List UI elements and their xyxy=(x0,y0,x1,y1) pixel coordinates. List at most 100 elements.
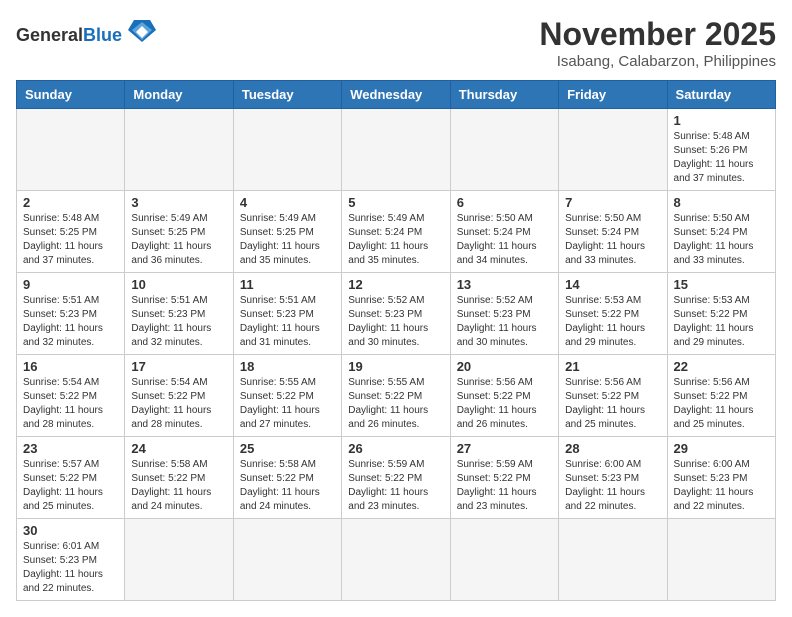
cell-info: Sunrise: 5:59 AMSunset: 5:22 PMDaylight:… xyxy=(457,458,552,514)
calendar-cell: 19Sunrise: 5:55 AMSunset: 5:22 PMDayligh… xyxy=(342,355,450,437)
day-number: 30 xyxy=(23,523,118,538)
calendar-cell: 16Sunrise: 5:54 AMSunset: 5:22 PMDayligh… xyxy=(17,355,125,437)
cell-info: Sunrise: 5:58 AMSunset: 5:22 PMDaylight:… xyxy=(240,458,335,514)
cell-info: Sunrise: 5:56 AMSunset: 5:22 PMDaylight:… xyxy=(457,376,552,432)
cell-info: Sunrise: 5:56 AMSunset: 5:22 PMDaylight:… xyxy=(565,376,660,432)
cell-info: Sunrise: 5:50 AMSunset: 5:24 PMDaylight:… xyxy=(457,212,552,268)
calendar-cell xyxy=(559,109,667,191)
calendar-cell xyxy=(233,109,341,191)
logo-blue-text: Blue xyxy=(83,26,122,44)
cell-info: Sunrise: 5:49 AMSunset: 5:25 PMDaylight:… xyxy=(240,212,335,268)
calendar-cell: 7Sunrise: 5:50 AMSunset: 5:24 PMDaylight… xyxy=(559,191,667,273)
calendar-cell xyxy=(450,109,558,191)
calendar-cell: 13Sunrise: 5:52 AMSunset: 5:23 PMDayligh… xyxy=(450,273,558,355)
calendar-cell xyxy=(125,109,233,191)
calendar-cell: 12Sunrise: 5:52 AMSunset: 5:23 PMDayligh… xyxy=(342,273,450,355)
cell-info: Sunrise: 5:50 AMSunset: 5:24 PMDaylight:… xyxy=(674,212,769,268)
calendar-cell: 27 Sunrise: 5:59 AMSunset: 5:22 PMDayligh… xyxy=(450,437,558,519)
weekday-header-wednesday: Wednesday xyxy=(342,81,450,109)
calendar-cell xyxy=(233,519,341,601)
day-number: 1 xyxy=(674,113,769,128)
weekday-header-sunday: Sunday xyxy=(17,81,125,109)
calendar-cell: 20Sunrise: 5:56 AMSunset: 5:22 PMDayligh… xyxy=(450,355,558,437)
calendar-cell xyxy=(125,519,233,601)
cell-info: Sunrise: 5:53 AMSunset: 5:22 PMDaylight:… xyxy=(674,294,769,350)
logo-area: General Blue xyxy=(16,16,158,44)
cell-info: Sunrise: 5:58 AMSunset: 5:22 PMDaylight:… xyxy=(131,458,226,514)
calendar-cell: 25 Sunrise: 5:58 AMSunset: 5:22 PMDayligh… xyxy=(233,437,341,519)
day-number: 28 xyxy=(565,441,660,456)
day-number: 25 xyxy=(240,441,335,456)
cell-info: Sunrise: 5:57 AMSunset: 5:22 PMDaylight:… xyxy=(23,458,118,514)
cell-info: Sunrise: 5:48 AMSunset: 5:25 PMDaylight:… xyxy=(23,212,118,268)
day-number: 29 xyxy=(674,441,769,456)
calendar-cell xyxy=(667,519,775,601)
day-number: 12 xyxy=(348,277,443,292)
day-number: 13 xyxy=(457,277,552,292)
cell-info: Sunrise: 5:51 AMSunset: 5:23 PMDaylight:… xyxy=(131,294,226,350)
cell-info: Sunrise: 5:54 AMSunset: 5:22 PMDaylight:… xyxy=(23,376,118,432)
day-number: 14 xyxy=(565,277,660,292)
calendar-cell: 2 Sunrise: 5:48 AMSunset: 5:25 PMDaylight… xyxy=(17,191,125,273)
calendar-week-row: 23 Sunrise: 5:57 AMSunset: 5:22 PMDayligh… xyxy=(17,437,776,519)
calendar-cell: 8 Sunrise: 5:50 AMSunset: 5:24 PMDaylight… xyxy=(667,191,775,273)
day-number: 4 xyxy=(240,195,335,210)
day-number: 8 xyxy=(674,195,769,210)
calendar-week-row: 1Sunrise: 5:48 AMSunset: 5:26 PMDaylight… xyxy=(17,109,776,191)
day-number: 22 xyxy=(674,359,769,374)
day-number: 24 xyxy=(131,441,226,456)
calendar-week-row: 9Sunrise: 5:51 AMSunset: 5:23 PMDaylight… xyxy=(17,273,776,355)
title-area: November 2025 Isabang, Calabarzon, Phili… xyxy=(539,16,776,70)
cell-info: Sunrise: 5:55 AMSunset: 5:22 PMDaylight:… xyxy=(348,376,443,432)
month-title: November 2025 xyxy=(539,16,776,53)
calendar-cell: 21 Sunrise: 5:56 AMSunset: 5:22 PMDayligh… xyxy=(559,355,667,437)
calendar-cell: 9Sunrise: 5:51 AMSunset: 5:23 PMDaylight… xyxy=(17,273,125,355)
weekday-header-thursday: Thursday xyxy=(450,81,558,109)
calendar-cell: 11Sunrise: 5:51 AMSunset: 5:23 PMDayligh… xyxy=(233,273,341,355)
day-number: 15 xyxy=(674,277,769,292)
calendar-cell: 4 Sunrise: 5:49 AMSunset: 5:25 PMDaylight… xyxy=(233,191,341,273)
cell-info: Sunrise: 5:50 AMSunset: 5:24 PMDaylight:… xyxy=(565,212,660,268)
cell-info: Sunrise: 5:54 AMSunset: 5:22 PMDaylight:… xyxy=(131,376,226,432)
cell-info: Sunrise: 5:55 AMSunset: 5:22 PMDaylight:… xyxy=(240,376,335,432)
logo-general-text: General xyxy=(16,26,83,44)
logo: General Blue xyxy=(16,16,158,44)
weekday-header-saturday: Saturday xyxy=(667,81,775,109)
day-number: 11 xyxy=(240,277,335,292)
weekday-header-tuesday: Tuesday xyxy=(233,81,341,109)
day-number: 2 xyxy=(23,195,118,210)
calendar-cell: 3 Sunrise: 5:49 AMSunset: 5:25 PMDaylight… xyxy=(125,191,233,273)
calendar-cell: 14 Sunrise: 5:53 AMSunset: 5:22 PMDayligh… xyxy=(559,273,667,355)
cell-info: Sunrise: 5:59 AMSunset: 5:22 PMDaylight:… xyxy=(348,458,443,514)
day-number: 18 xyxy=(240,359,335,374)
calendar-cell: 30 Sunrise: 6:01 AMSunset: 5:23 PMDayligh… xyxy=(17,519,125,601)
cell-info: Sunrise: 5:53 AMSunset: 5:22 PMDaylight:… xyxy=(565,294,660,350)
day-number: 3 xyxy=(131,195,226,210)
day-number: 5 xyxy=(348,195,443,210)
weekday-header-monday: Monday xyxy=(125,81,233,109)
page-header: General Blue November 2025 Isabang, Cala… xyxy=(16,16,776,70)
calendar-week-row: 30 Sunrise: 6:01 AMSunset: 5:23 PMDayligh… xyxy=(17,519,776,601)
calendar-table: SundayMondayTuesdayWednesdayThursdayFrid… xyxy=(16,80,776,601)
day-number: 23 xyxy=(23,441,118,456)
calendar-cell: 26 Sunrise: 5:59 AMSunset: 5:22 PMDayligh… xyxy=(342,437,450,519)
day-number: 6 xyxy=(457,195,552,210)
cell-info: Sunrise: 5:51 AMSunset: 5:23 PMDaylight:… xyxy=(23,294,118,350)
day-number: 26 xyxy=(348,441,443,456)
location-title: Isabang, Calabarzon, Philippines xyxy=(539,53,776,70)
calendar-cell xyxy=(342,519,450,601)
day-number: 17 xyxy=(131,359,226,374)
weekday-header-friday: Friday xyxy=(559,81,667,109)
calendar-cell: 24 Sunrise: 5:58 AMSunset: 5:22 PMDayligh… xyxy=(125,437,233,519)
day-number: 10 xyxy=(131,277,226,292)
calendar-body: 1Sunrise: 5:48 AMSunset: 5:26 PMDaylight… xyxy=(17,109,776,601)
cell-info: Sunrise: 5:49 AMSunset: 5:25 PMDaylight:… xyxy=(131,212,226,268)
calendar-cell: 23 Sunrise: 5:57 AMSunset: 5:22 PMDayligh… xyxy=(17,437,125,519)
day-number: 27 xyxy=(457,441,552,456)
cell-info: Sunrise: 6:01 AMSunset: 5:23 PMDaylight:… xyxy=(23,540,118,596)
logo-icon xyxy=(126,16,158,44)
day-number: 21 xyxy=(565,359,660,374)
calendar-cell xyxy=(17,109,125,191)
calendar-cell: 5Sunrise: 5:49 AMSunset: 5:24 PMDaylight… xyxy=(342,191,450,273)
calendar-week-row: 2 Sunrise: 5:48 AMSunset: 5:25 PMDaylight… xyxy=(17,191,776,273)
